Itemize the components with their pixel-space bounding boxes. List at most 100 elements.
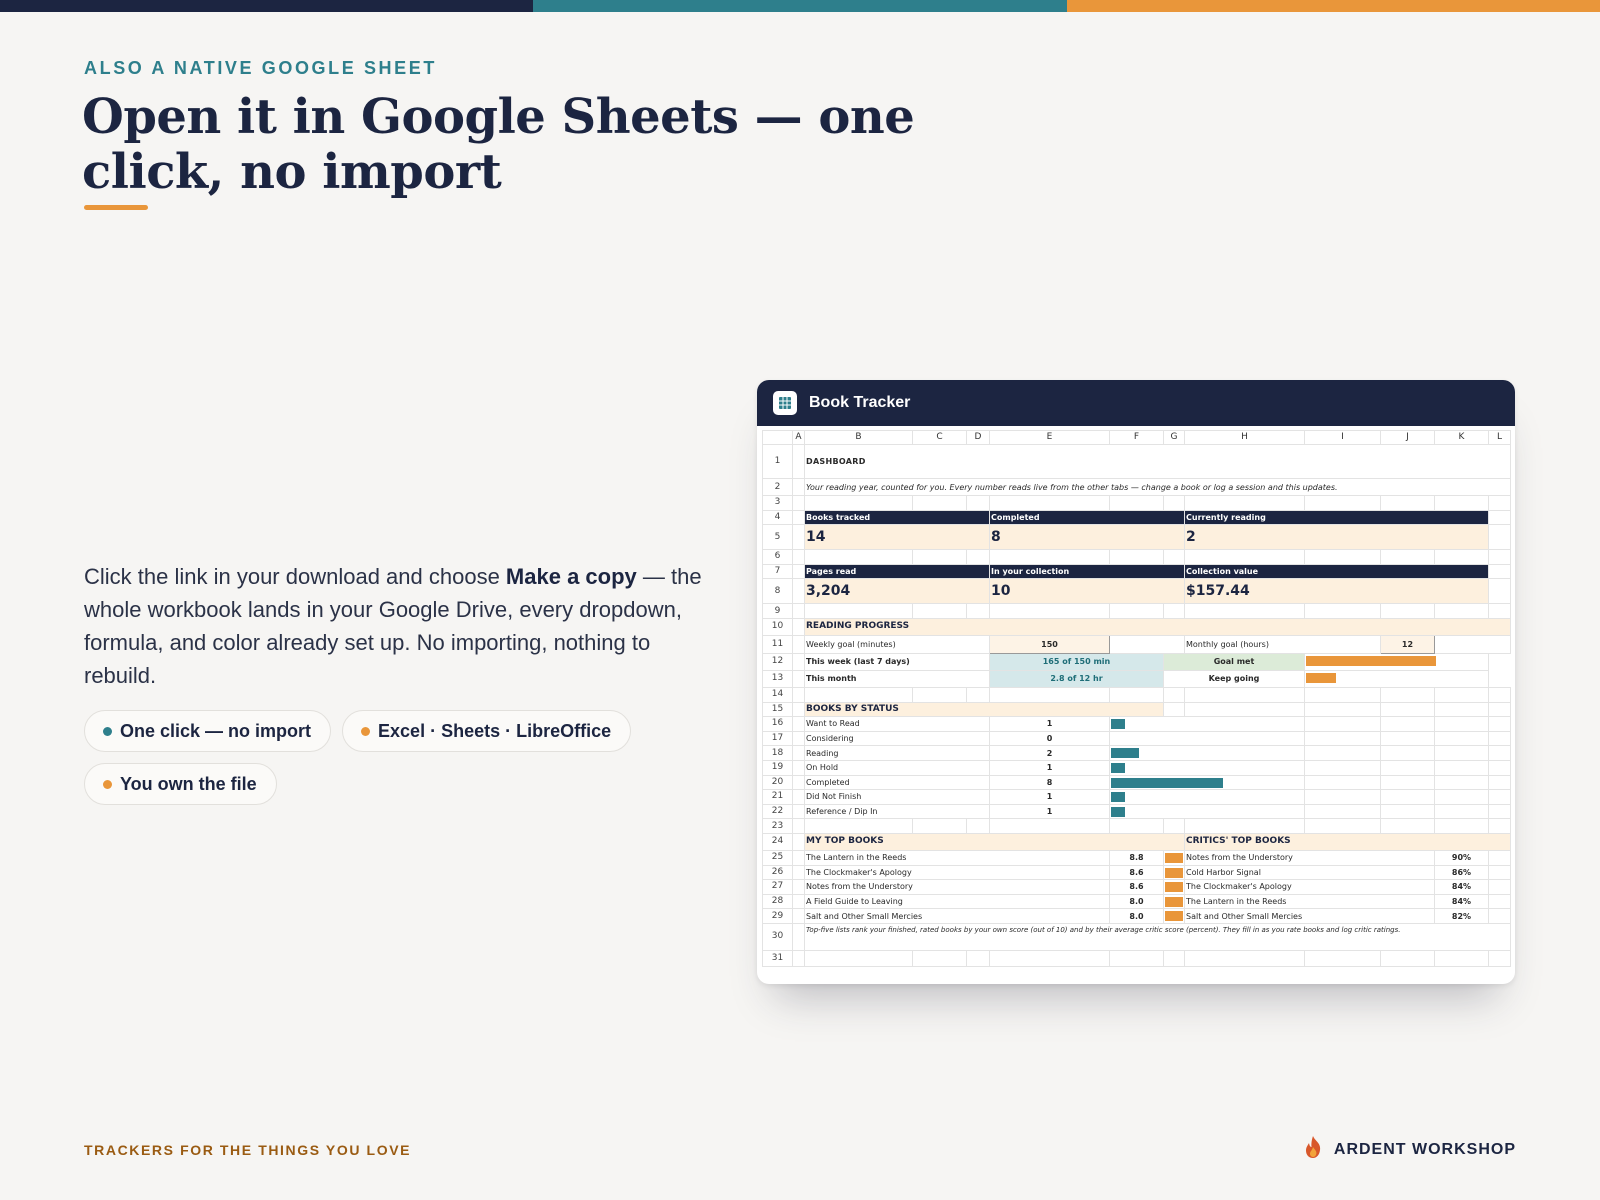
cell[interactable] <box>792 745 805 761</box>
cell[interactable] <box>1488 879 1511 895</box>
cell[interactable] <box>792 922 805 951</box>
cell[interactable] <box>1488 893 1511 910</box>
cell[interactable] <box>792 803 805 820</box>
month-progress-bar-cell[interactable] <box>1304 669 1489 688</box>
cell[interactable] <box>792 893 805 910</box>
critic-top-score[interactable]: 90% <box>1434 849 1489 866</box>
month-status[interactable]: Keep going <box>1163 669 1305 688</box>
cell[interactable] <box>1109 949 1164 967</box>
cell[interactable] <box>1488 509 1511 526</box>
score-marker-cell[interactable] <box>1163 879 1185 895</box>
my-top-score[interactable]: 8.0 <box>1109 893 1164 910</box>
cell[interactable] <box>1380 701 1435 718</box>
cell[interactable] <box>1434 495 1489 511</box>
col-header[interactable]: K <box>1434 430 1489 445</box>
col-header[interactable]: L <box>1488 430 1511 445</box>
cell[interactable] <box>1184 701 1305 718</box>
critic-top-score[interactable]: 84% <box>1434 893 1489 910</box>
cell[interactable] <box>966 495 990 511</box>
cell[interactable] <box>1488 908 1511 924</box>
critic-top-title[interactable]: Notes from the Understory <box>1184 849 1435 866</box>
cell[interactable] <box>792 509 805 526</box>
cell[interactable] <box>804 603 913 619</box>
cell[interactable] <box>1163 818 1185 834</box>
cell[interactable] <box>1434 686 1489 703</box>
cell[interactable] <box>1434 549 1489 565</box>
cell[interactable] <box>792 701 805 718</box>
cell[interactable] <box>792 818 805 834</box>
score-marker-cell[interactable] <box>1163 893 1185 910</box>
cell[interactable] <box>1304 949 1381 967</box>
status-label[interactable]: Want to Read <box>804 716 990 732</box>
status-label[interactable]: On Hold <box>804 759 990 776</box>
cell[interactable] <box>1488 730 1511 747</box>
critic-top-score[interactable]: 82% <box>1434 908 1489 924</box>
status-count[interactable]: 1 <box>989 716 1110 732</box>
col-header[interactable]: D <box>966 430 990 445</box>
cell[interactable] <box>792 603 805 619</box>
cell[interactable] <box>966 818 990 834</box>
cell[interactable] <box>912 549 967 565</box>
status-bar-cell[interactable] <box>1109 745 1305 761</box>
cell[interactable] <box>792 563 805 580</box>
cell[interactable] <box>989 949 1110 967</box>
cell[interactable] <box>1434 803 1489 820</box>
cell[interactable] <box>1434 603 1489 619</box>
status-bar-cell[interactable] <box>1109 803 1305 820</box>
section-my-top-books[interactable]: MY TOP BOOKS <box>804 832 1185 851</box>
week-progress-bar-cell[interactable] <box>1304 652 1489 671</box>
status-bar-cell[interactable] <box>1109 716 1305 732</box>
cell[interactable] <box>1488 745 1511 761</box>
cell[interactable] <box>1184 686 1305 703</box>
cell[interactable] <box>792 478 805 496</box>
cell[interactable] <box>1488 495 1511 511</box>
cell[interactable] <box>792 669 805 688</box>
cell[interactable] <box>804 818 913 834</box>
my-top-title[interactable]: The Lantern in the Reeds <box>804 849 1110 866</box>
cell[interactable] <box>1163 686 1185 703</box>
my-top-score[interactable]: 8.0 <box>1109 908 1164 924</box>
cell[interactable] <box>912 686 967 703</box>
kpi-value-collection[interactable]: 10 <box>989 578 1185 605</box>
month-progress-value[interactable]: 2.8 of 12 hr <box>989 669 1164 688</box>
cell[interactable] <box>1163 603 1185 619</box>
cell[interactable] <box>1434 774 1489 791</box>
cell[interactable] <box>1434 716 1489 732</box>
cell[interactable] <box>1109 603 1164 619</box>
kpi-label-books-tracked[interactable]: Books tracked <box>804 509 990 526</box>
cell[interactable] <box>966 549 990 565</box>
cell[interactable] <box>1184 495 1305 511</box>
cell[interactable] <box>1488 603 1511 619</box>
status-count[interactable]: 1 <box>989 803 1110 820</box>
critic-top-score[interactable]: 84% <box>1434 879 1489 895</box>
weekly-goal-label[interactable]: Weekly goal (minutes) <box>804 634 990 654</box>
critic-top-score[interactable]: 86% <box>1434 864 1489 881</box>
kpi-label-pages-read[interactable]: Pages read <box>804 563 990 580</box>
section-critics-top-books[interactable]: CRITICS' TOP BOOKS <box>1184 832 1511 851</box>
cell[interactable] <box>1434 701 1489 718</box>
section-reading-progress[interactable]: READING PROGRESS <box>804 617 1511 636</box>
monthly-goal-input[interactable]: 12 <box>1380 634 1435 654</box>
cell[interactable] <box>1434 759 1489 776</box>
cell[interactable] <box>792 549 805 565</box>
cell[interactable] <box>1488 818 1511 834</box>
dashboard-subtitle[interactable]: Your reading year, counted for you. Ever… <box>804 478 1511 496</box>
cell[interactable] <box>1380 549 1435 565</box>
cell[interactable] <box>1109 549 1164 565</box>
col-header[interactable]: E <box>989 430 1110 445</box>
cell[interactable] <box>792 634 805 654</box>
dashboard-title[interactable]: DASHBOARD <box>804 444 1511 479</box>
cell[interactable] <box>1434 745 1489 761</box>
cell[interactable] <box>1434 949 1489 967</box>
cell[interactable] <box>792 617 805 636</box>
kpi-label-completed[interactable]: Completed <box>989 509 1185 526</box>
cell[interactable] <box>1380 789 1435 805</box>
my-top-score[interactable]: 8.8 <box>1109 849 1164 866</box>
my-top-title[interactable]: A Field Guide to Leaving <box>804 893 1110 910</box>
cell[interactable] <box>1304 759 1381 776</box>
status-count[interactable]: 8 <box>989 774 1110 791</box>
cell[interactable] <box>1488 849 1511 866</box>
cell[interactable] <box>792 716 805 732</box>
cell[interactable] <box>1163 549 1185 565</box>
score-marker-cell[interactable] <box>1163 908 1185 924</box>
